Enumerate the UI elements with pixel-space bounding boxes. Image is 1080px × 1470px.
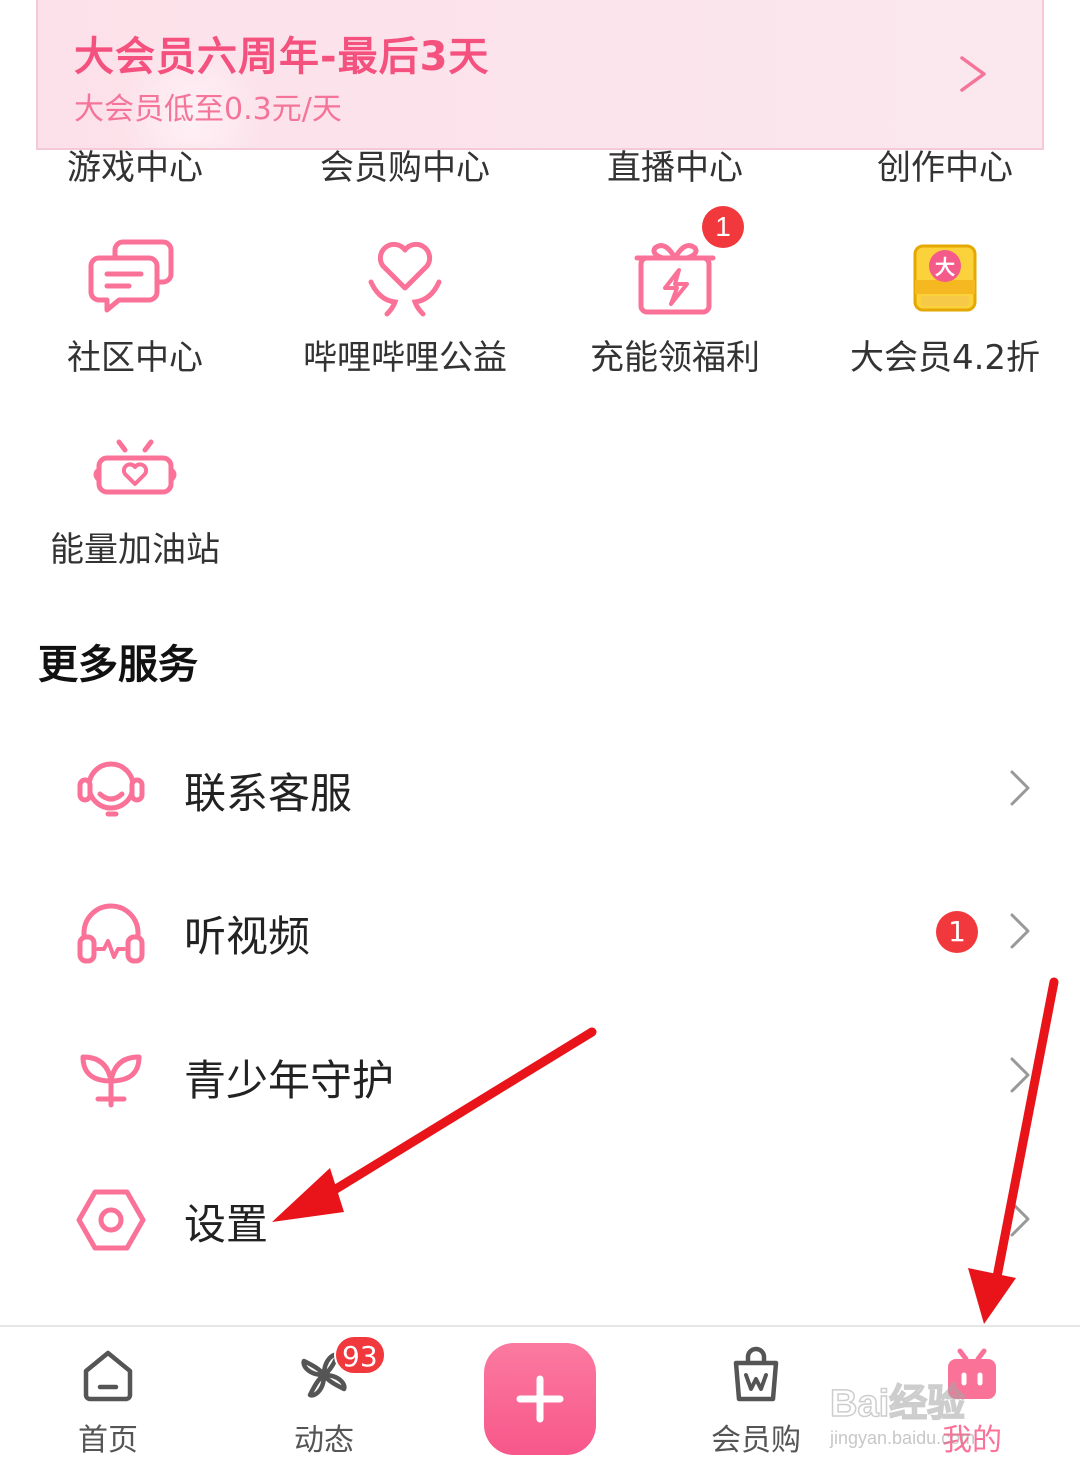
- chat-bubbles-icon: [88, 239, 174, 313]
- grid-item-mall-center[interactable]: 会员购中心: [270, 140, 540, 189]
- grid-item-label: 哔哩哔哩公益: [303, 338, 507, 378]
- headphones-icon: [77, 903, 145, 964]
- list-item-label: 听视频: [184, 912, 311, 961]
- notification-badge: 93: [334, 1335, 386, 1375]
- vip-chest-text: 大: [935, 255, 955, 279]
- publish-button[interactable]: [484, 1343, 596, 1455]
- list-item-customer-service[interactable]: 联系客服: [0, 732, 1080, 842]
- sprout-icon: [80, 1054, 142, 1108]
- notification-badge: 1: [936, 911, 978, 953]
- settings-hexagon-icon: [76, 1189, 146, 1251]
- chevron-right-icon: [960, 56, 986, 92]
- list-item-label: 设置: [184, 1200, 269, 1249]
- baidu-logo: Bai经验: [829, 1382, 966, 1426]
- nav-tab-dynamics[interactable]: 93 动态: [216, 1327, 432, 1470]
- list-item-listen-video[interactable]: 听视频 1: [0, 875, 1080, 985]
- chevron-right-icon: [1010, 770, 1030, 806]
- chevron-right-icon: [1010, 913, 1030, 949]
- watermark-url: jingyan.baidu.com: [830, 1428, 976, 1448]
- tv-heart-icon: [93, 439, 177, 495]
- section-title-more-services: 更多服务: [38, 642, 198, 688]
- gift-lightning-icon: [634, 243, 716, 315]
- grid-item-label: 社区中心: [67, 338, 203, 378]
- nav-tab-home[interactable]: 首页: [0, 1327, 216, 1470]
- plus-icon: [516, 1375, 564, 1423]
- shopping-bag-icon: [733, 1346, 779, 1402]
- chevron-right-icon: [1010, 1057, 1030, 1093]
- grid-item-label: 大会员4.2折: [849, 338, 1041, 378]
- notification-badge: 1: [702, 206, 744, 248]
- grid-item-label: 充能领福利: [590, 338, 760, 378]
- svg-text:Bai经验: Bai经验: [830, 1383, 965, 1425]
- nav-label: 首页: [78, 1423, 138, 1458]
- headset-icon: [77, 761, 145, 817]
- vip-chest-icon: 大: [913, 244, 977, 312]
- home-icon: [83, 1350, 133, 1402]
- grid-item-label: 能量加油站: [50, 530, 220, 570]
- grid-item-game-center[interactable]: 游戏中心: [0, 140, 270, 189]
- vip-promo-banner[interactable]: 大会员六周年-最后3天 大会员低至0.3元/天: [36, 0, 1044, 150]
- banner-title: 大会员六周年-最后3天: [74, 34, 490, 80]
- baidu-jingyan-watermark: Bai经验 jingyan.baidu.com: [829, 1378, 1030, 1458]
- chevron-right-icon: [1010, 1201, 1030, 1237]
- grid-row-partial: 游戏中心 会员购中心 直播中心 创作中心: [0, 140, 1080, 190]
- list-item-teen-protection[interactable]: 青少年守护: [0, 1019, 1080, 1129]
- list-item-settings[interactable]: 设置: [0, 1163, 1080, 1273]
- list-item-label: 联系客服: [184, 769, 353, 818]
- list-item-label: 青少年守护: [184, 1056, 395, 1105]
- banner-subtitle: 大会员低至0.3元/天: [74, 92, 342, 127]
- grid-item-live-center[interactable]: 直播中心: [540, 140, 810, 189]
- nav-label: 动态: [294, 1423, 354, 1458]
- heart-hands-icon: [368, 241, 442, 317]
- grid-item-creator-center[interactable]: 创作中心: [810, 140, 1080, 189]
